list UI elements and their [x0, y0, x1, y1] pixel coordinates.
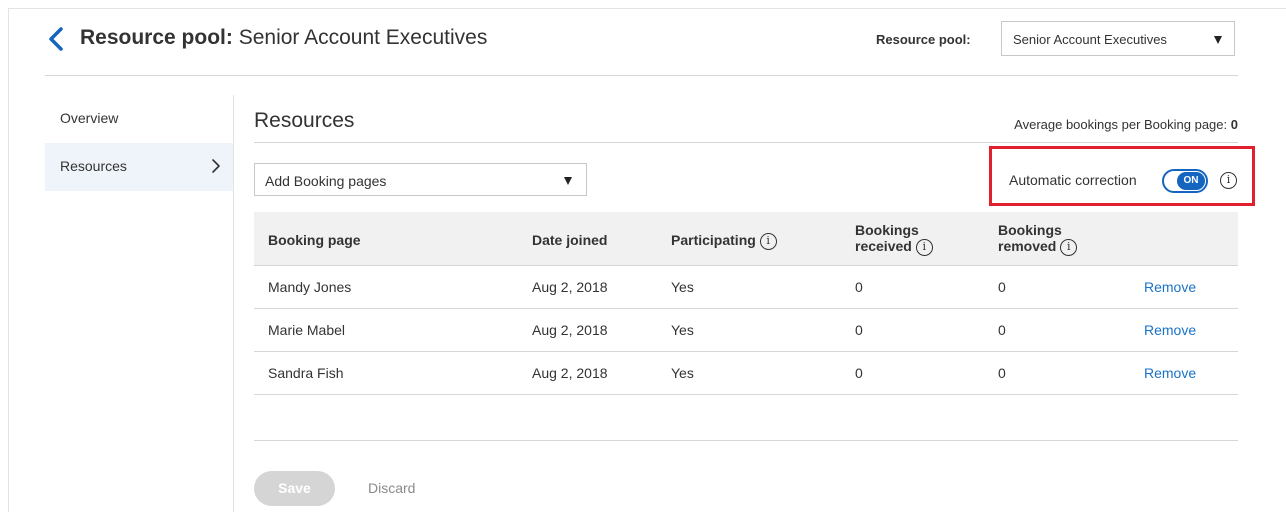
automatic-correction-toggle[interactable]: ON	[1162, 169, 1208, 193]
cell-participating: Yes	[671, 279, 694, 295]
automatic-correction-label: Automatic correction	[1009, 172, 1137, 188]
sidebar-item-overview[interactable]: Overview	[45, 95, 233, 143]
info-icon[interactable]: i	[1060, 238, 1078, 256]
chevron-right-icon	[212, 159, 220, 173]
remove-link[interactable]: Remove	[1144, 365, 1196, 381]
cell-bookings-removed: 0	[998, 322, 1006, 338]
cell-bookings-received: 0	[855, 365, 863, 381]
header-participating-label: Participating	[671, 232, 756, 248]
cell-bookings-received: 0	[855, 279, 863, 295]
add-booking-pages-value: Add Booking pages	[265, 173, 387, 189]
sidebar-item-label: Overview	[60, 110, 119, 126]
caret-down-icon	[1214, 36, 1222, 44]
sidebar-nav: Overview Resources	[45, 95, 233, 191]
info-icon[interactable]: i	[1220, 172, 1237, 189]
sidebar-item-resources[interactable]: Resources	[45, 143, 233, 191]
sidebar-item-label: Resources	[60, 158, 127, 174]
page-title: Resource pool: Senior Account Executives	[80, 26, 487, 50]
cell-participating: Yes	[671, 365, 694, 381]
save-button[interactable]: Save	[254, 471, 335, 506]
booking-pages-table: Booking page Date joined Participating i…	[254, 212, 1238, 395]
table-row: Sandra Fish Aug 2, 2018 Yes 0 0 Remove	[254, 352, 1238, 395]
header-bookings-received-line1: Bookings	[855, 222, 919, 238]
discard-button[interactable]: Discard	[368, 480, 415, 496]
average-bookings-value: 0	[1230, 117, 1238, 132]
info-icon[interactable]: i	[915, 238, 933, 256]
header-bookings-received-line2: received i	[855, 238, 933, 256]
section-title: Resources	[254, 109, 355, 132]
header-booking-page: Booking page	[268, 232, 361, 248]
header-bookings-received-label: received	[855, 238, 912, 254]
average-bookings: Average bookings per Booking page: 0	[1014, 117, 1238, 132]
cell-bookings-received: 0	[855, 322, 863, 338]
cell-booking-page: Sandra Fish	[268, 365, 344, 381]
section-divider	[254, 142, 1238, 143]
page-title-prefix: Resource pool:	[80, 26, 233, 49]
header-divider	[45, 75, 1238, 76]
toggle-on-knob: ON	[1177, 172, 1205, 190]
info-icon[interactable]: i	[759, 232, 777, 250]
table-header: Booking page Date joined Participating i…	[254, 212, 1238, 266]
resource-pool-select-value: Senior Account Executives	[1013, 32, 1167, 47]
header-bookings-received: Bookings received i	[855, 222, 933, 256]
header-participating: Participating i	[671, 232, 777, 250]
caret-down-icon	[564, 177, 572, 185]
cell-bookings-removed: 0	[998, 365, 1006, 381]
header-bookings-removed-label: removed	[998, 238, 1057, 254]
remove-link[interactable]: Remove	[1144, 279, 1196, 295]
add-booking-pages-select[interactable]: Add Booking pages	[254, 163, 587, 196]
table-row: Marie Mabel Aug 2, 2018 Yes 0 0 Remove	[254, 309, 1238, 352]
cell-booking-page: Marie Mabel	[268, 322, 346, 338]
cell-date-joined: Aug 2, 2018	[532, 365, 608, 381]
cell-booking-page: Mandy Jones	[268, 279, 352, 295]
sidebar-divider	[233, 95, 234, 512]
page-title-name: Senior Account Executives	[238, 26, 488, 49]
resource-pool-select[interactable]: Senior Account Executives	[1001, 21, 1235, 56]
header-bookings-removed-line2: removed i	[998, 238, 1078, 256]
table-row: Mandy Jones Aug 2, 2018 Yes 0 0 Remove	[254, 266, 1238, 309]
footer-divider	[254, 440, 1238, 441]
header-bookings-removed: Bookings removed i	[998, 222, 1078, 256]
back-chevron-icon[interactable]	[44, 24, 70, 54]
header-date-joined: Date joined	[532, 232, 608, 248]
cell-bookings-removed: 0	[998, 279, 1006, 295]
remove-link[interactable]: Remove	[1144, 322, 1196, 338]
average-bookings-label: Average bookings per Booking page:	[1014, 117, 1228, 132]
cell-date-joined: Aug 2, 2018	[532, 322, 608, 338]
resource-pool-label: Resource pool:	[876, 32, 971, 47]
cell-participating: Yes	[671, 322, 694, 338]
header-bookings-removed-line1: Bookings	[998, 222, 1062, 238]
cell-date-joined: Aug 2, 2018	[532, 279, 608, 295]
